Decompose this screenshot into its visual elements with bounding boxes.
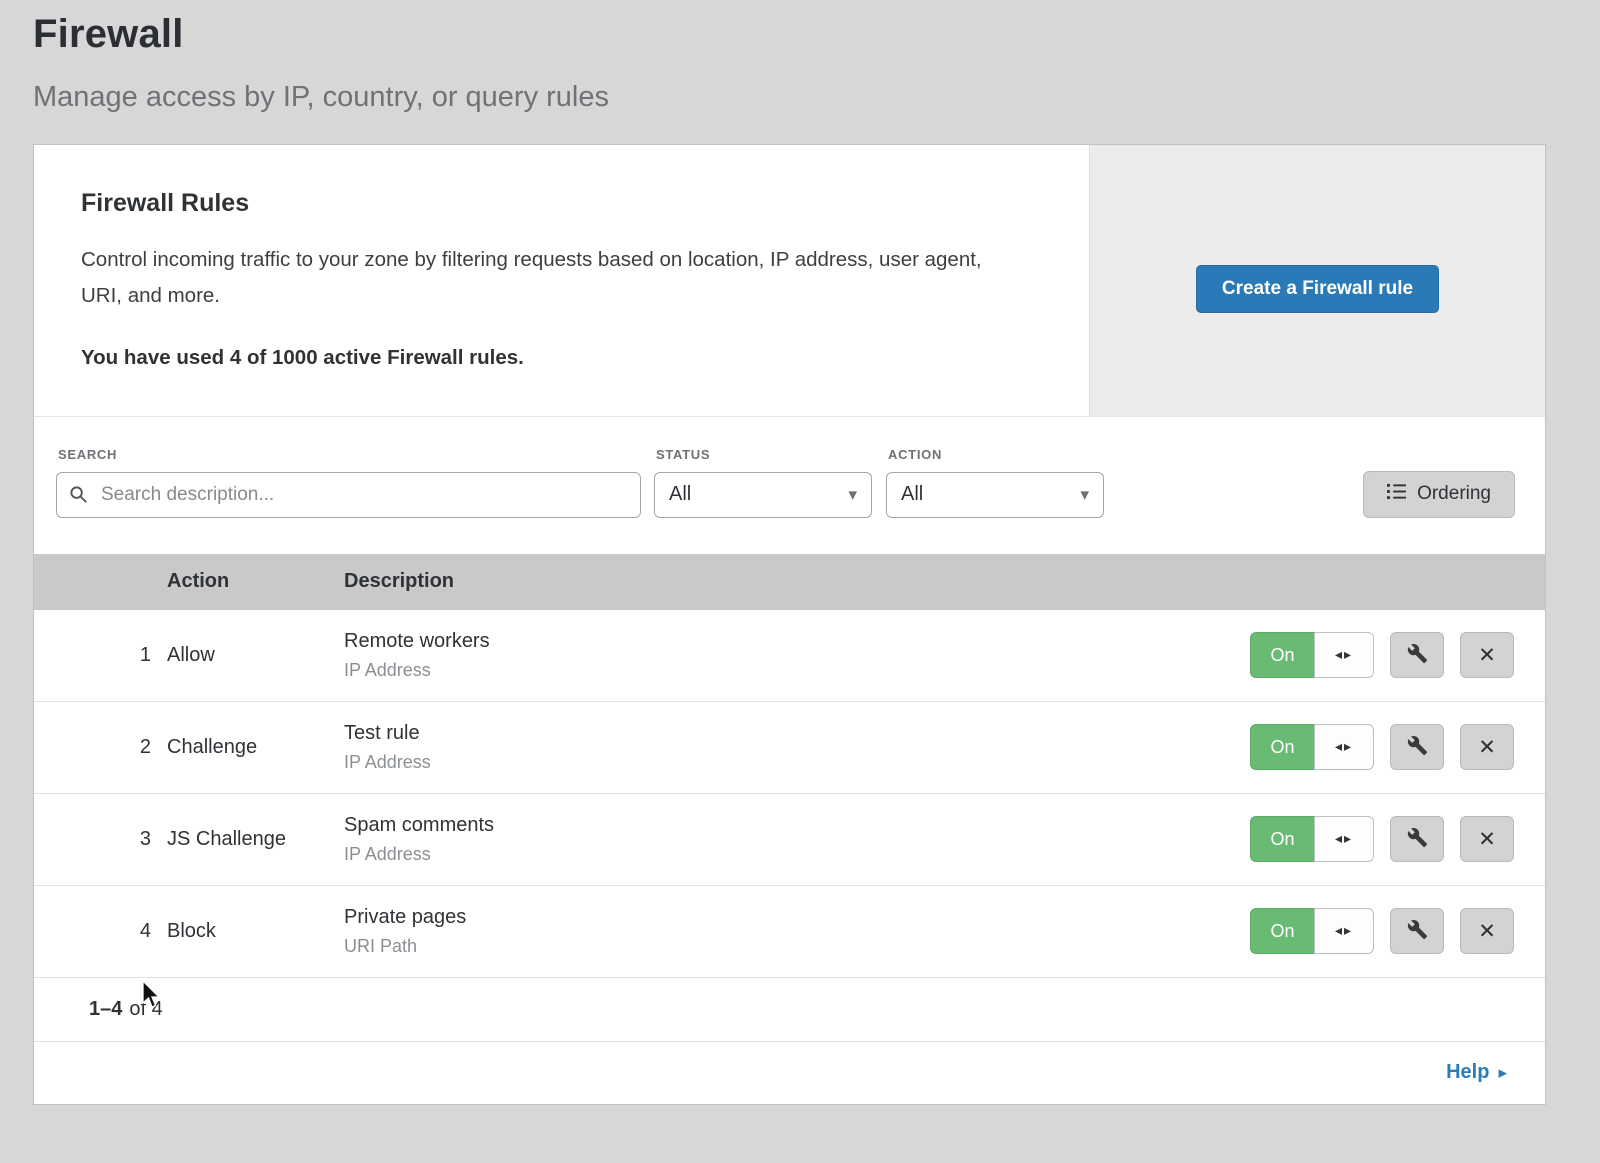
rule-toggle-group: On ◂▸ — [1250, 816, 1374, 862]
rule-description: Remote workers — [344, 630, 1250, 653]
firewall-page: Firewall Manage access by IP, country, o… — [0, 0, 1600, 1163]
action-select-value: All — [901, 483, 923, 506]
rules-usage-note: You have used 4 of 1000 active Firewall … — [81, 346, 1029, 370]
card-heading: Firewall Rules — [81, 189, 1029, 218]
card-header-action-panel: Create a Firewall rule — [1089, 145, 1545, 416]
rule-enabled-toggle[interactable]: On — [1250, 632, 1314, 678]
wrench-icon — [1407, 919, 1428, 943]
table-header: Action Description — [34, 554, 1545, 610]
search-filter: SEARCH — [56, 447, 641, 518]
rule-toggle-group: On ◂▸ — [1250, 632, 1374, 678]
rule-action: JS Challenge — [167, 828, 344, 851]
rule-match-type: IP Address — [344, 844, 1250, 865]
rule-controls: On ◂▸ ✕ — [1250, 908, 1545, 954]
rule-description-cell: Private pages URI Path — [344, 906, 1250, 957]
rule-description-cell: Spam comments IP Address — [344, 814, 1250, 865]
close-icon: ✕ — [1478, 919, 1496, 943]
status-label: STATUS — [654, 447, 872, 462]
rule-match-type: URI Path — [344, 936, 1250, 957]
rule-priority: 2 — [34, 736, 167, 759]
page-subtitle: Manage access by IP, country, or query r… — [0, 81, 1600, 114]
ordering-button[interactable]: Ordering — [1363, 471, 1515, 518]
action-select[interactable]: All ▾ — [886, 472, 1104, 518]
ordered-list-icon — [1387, 483, 1406, 506]
search-label: SEARCH — [56, 447, 641, 462]
table-row: 3 JS Challenge Spam comments IP Address … — [34, 794, 1545, 886]
close-icon: ✕ — [1478, 735, 1496, 759]
rule-description: Private pages — [344, 906, 1250, 929]
arrow-right-icon: ▸ — [1498, 1063, 1507, 1083]
rule-priority: 4 — [34, 920, 167, 943]
description-column-header: Description — [344, 570, 1545, 593]
close-icon: ✕ — [1478, 643, 1496, 667]
wrench-icon — [1407, 735, 1428, 759]
card-description: Control incoming traffic to your zone by… — [81, 242, 1026, 314]
status-select[interactable]: All ▾ — [654, 472, 872, 518]
rule-controls: On ◂▸ ✕ — [1250, 816, 1545, 862]
delete-rule-button[interactable]: ✕ — [1460, 724, 1514, 770]
edit-rule-button[interactable] — [1390, 724, 1444, 770]
rule-description: Test rule — [344, 722, 1250, 745]
page-title: Firewall — [0, 0, 1600, 57]
chevron-down-icon: ▾ — [1080, 485, 1089, 505]
action-filter: ACTION All ▾ — [886, 447, 1104, 518]
firewall-rules-card: Firewall Rules Control incoming traffic … — [33, 144, 1546, 1105]
rule-match-type: IP Address — [344, 752, 1250, 773]
help-link-label: Help — [1446, 1061, 1489, 1084]
pagination: 1–4 of 4 — [34, 978, 1545, 1042]
rule-priority: 1 — [34, 644, 167, 667]
rule-action: Challenge — [167, 736, 344, 759]
create-firewall-rule-button[interactable]: Create a Firewall rule — [1196, 265, 1439, 313]
edit-rule-button[interactable] — [1390, 632, 1444, 678]
rule-toggle-group: On ◂▸ — [1250, 908, 1374, 954]
chevron-down-icon: ▾ — [848, 485, 857, 505]
card-header: Firewall Rules Control incoming traffic … — [34, 145, 1545, 416]
help-link[interactable]: Help ▸ — [1446, 1061, 1507, 1084]
delete-rule-button[interactable]: ✕ — [1460, 632, 1514, 678]
rule-action: Allow — [167, 644, 344, 667]
filters-bar: SEARCH STATUS All ▾ — [34, 416, 1545, 554]
card-header-text: Firewall Rules Control incoming traffic … — [34, 145, 1089, 416]
toggle-arrows-icon[interactable]: ◂▸ — [1314, 816, 1374, 862]
table-row: 2 Challenge Test rule IP Address On ◂▸ ✕ — [34, 702, 1545, 794]
toggle-arrows-icon[interactable]: ◂▸ — [1314, 632, 1374, 678]
delete-rule-button[interactable]: ✕ — [1460, 908, 1514, 954]
rule-controls: On ◂▸ ✕ — [1250, 724, 1545, 770]
delete-rule-button[interactable]: ✕ — [1460, 816, 1514, 862]
toggle-arrows-icon[interactable]: ◂▸ — [1314, 908, 1374, 954]
close-icon: ✕ — [1478, 827, 1496, 851]
rule-description-cell: Remote workers IP Address — [344, 630, 1250, 681]
search-box — [56, 472, 641, 518]
toggle-arrows-icon[interactable]: ◂▸ — [1314, 724, 1374, 770]
wrench-icon — [1407, 827, 1428, 851]
rule-enabled-toggle[interactable]: On — [1250, 908, 1314, 954]
wrench-icon — [1407, 643, 1428, 667]
action-column-header: Action — [167, 570, 344, 593]
help-row: Help ▸ — [34, 1042, 1545, 1104]
rule-enabled-toggle[interactable]: On — [1250, 724, 1314, 770]
search-icon — [69, 485, 88, 509]
rule-match-type: IP Address — [344, 660, 1250, 681]
action-label: ACTION — [886, 447, 1104, 462]
pagination-total: of 4 — [129, 998, 162, 1021]
ordering-wrap: Ordering — [1363, 471, 1515, 518]
rule-enabled-toggle[interactable]: On — [1250, 816, 1314, 862]
rule-priority: 3 — [34, 828, 167, 851]
table-row: 1 Allow Remote workers IP Address On ◂▸ … — [34, 610, 1545, 702]
rule-action: Block — [167, 920, 344, 943]
rule-toggle-group: On ◂▸ — [1250, 724, 1374, 770]
edit-rule-button[interactable] — [1390, 816, 1444, 862]
rule-controls: On ◂▸ ✕ — [1250, 632, 1545, 678]
search-input[interactable] — [56, 472, 641, 518]
pagination-range: 1–4 — [89, 998, 122, 1021]
edit-rule-button[interactable] — [1390, 908, 1444, 954]
status-select-value: All — [669, 483, 691, 506]
rule-description-cell: Test rule IP Address — [344, 722, 1250, 773]
ordering-button-label: Ordering — [1417, 483, 1491, 505]
rule-description: Spam comments — [344, 814, 1250, 837]
table-row: 4 Block Private pages URI Path On ◂▸ ✕ — [34, 886, 1545, 978]
status-filter: STATUS All ▾ — [654, 447, 872, 518]
